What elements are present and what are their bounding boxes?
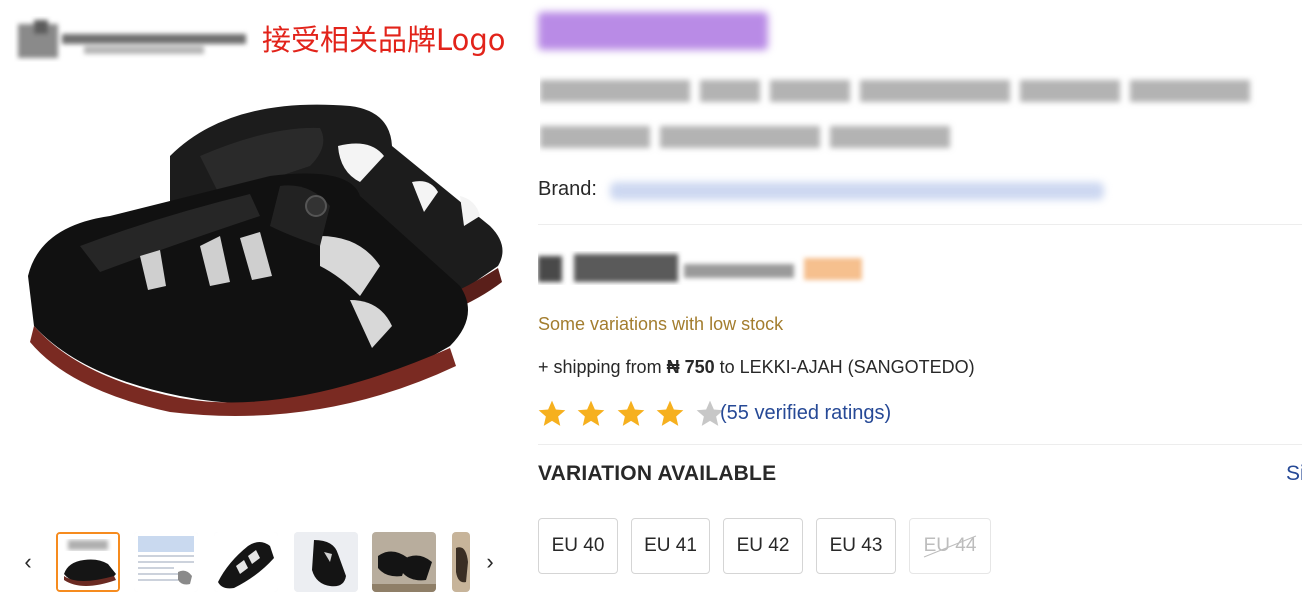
- shipping-amount: ₦ 750: [666, 357, 715, 377]
- logo-note: 接受相关品牌Logo: [262, 23, 506, 57]
- brand-row: Brand:: [538, 178, 1104, 201]
- thumb-shoes-top[interactable]: [372, 532, 436, 592]
- size-option-eu-41[interactable]: EU 41: [631, 518, 710, 574]
- verified-ratings-link[interactable]: (55 verified ratings): [720, 402, 891, 425]
- brand-link-redacted[interactable]: [610, 182, 1104, 200]
- product-main-image[interactable]: [20, 86, 510, 446]
- chevron-right-icon[interactable]: ›: [480, 550, 500, 574]
- price-redacted: [538, 250, 870, 288]
- size-option-eu-43[interactable]: EU 43: [816, 518, 896, 574]
- divider: [538, 224, 1302, 225]
- size-label: EU 43: [829, 535, 883, 556]
- shipping-location: LEKKI-AJAH (SANGOTEDO): [739, 357, 975, 377]
- thumb-single-shoe-angle[interactable]: [214, 532, 278, 592]
- brand-logo-redacted: [14, 16, 250, 64]
- thumbnail-strip: ‹ ›: [14, 528, 504, 594]
- thumb-shoes-pair[interactable]: [56, 532, 120, 592]
- rating-stars: [536, 398, 729, 430]
- seller-badge-redacted: [538, 12, 768, 50]
- thumb-partial[interactable]: [452, 532, 470, 592]
- size-option-eu-42[interactable]: EU 42: [723, 518, 803, 574]
- thumb-size-chart[interactable]: [134, 532, 198, 592]
- variation-title: VARIATION AVAILABLE: [538, 462, 777, 485]
- thumb-shoe-side[interactable]: [294, 532, 358, 592]
- size-label: EU 40: [551, 535, 605, 556]
- shipping-prefix: + shipping from: [538, 357, 667, 377]
- star-filled-icon: [657, 400, 684, 426]
- shipping-info: + shipping from ₦ 750 to LEKKI-AJAH (SAN…: [538, 357, 975, 378]
- size-label: EU 42: [736, 535, 790, 556]
- shipping-middle: to: [714, 357, 740, 377]
- star-filled-icon: [538, 400, 566, 426]
- divider: [538, 444, 1302, 445]
- low-stock-notice: Some variations with low stock: [538, 314, 784, 334]
- size-option-eu-44: EU 44: [909, 518, 991, 574]
- brand-label: Brand:: [538, 178, 597, 200]
- size-option-eu-40[interactable]: EU 40: [538, 518, 618, 574]
- size-guide-link[interactable]: Si: [1286, 462, 1302, 486]
- chevron-left-icon[interactable]: ‹: [18, 550, 38, 574]
- star-filled-icon: [617, 400, 645, 426]
- size-label: EU 41: [644, 535, 697, 556]
- product-title-redacted: [540, 74, 1260, 164]
- star-filled-icon: [578, 400, 605, 426]
